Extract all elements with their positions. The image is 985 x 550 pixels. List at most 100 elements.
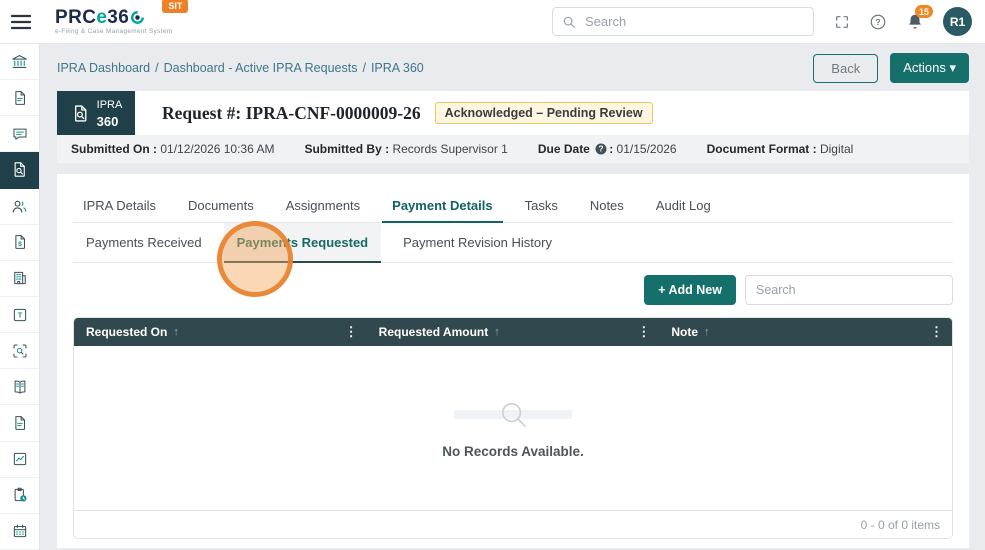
add-new-button[interactable]: + Add New — [644, 275, 736, 305]
column-header-requested-amount[interactable]: Requested Amount ↑ ⋮ — [367, 318, 660, 346]
document-search-icon — [10, 160, 29, 179]
sort-ascending-icon: ↑ — [494, 326, 500, 338]
document-search-icon — [74, 104, 87, 122]
sort-ascending-icon: ↑ — [173, 326, 179, 338]
sidebar-item-invoice-dollar[interactable]: $ — [0, 225, 39, 261]
sidebar-item-document-lines[interactable] — [0, 405, 39, 442]
logo-text-36: 36 — [107, 6, 130, 28]
payments-requested-table: Requested On ↑ ⋮ Requested Amount ↑ ⋮ Note ↑ ⋮ N… — [73, 317, 953, 539]
svg-text:$: $ — [18, 241, 22, 248]
search-icon — [563, 16, 575, 28]
empty-message: No Records Available. — [442, 444, 584, 459]
request-meta-bar: Submitted On : 01/12/2026 10:36 AM Submit… — [57, 135, 969, 163]
ipra-360-badge: IPRA 360 — [57, 91, 135, 135]
breadcrumb: IPRA Dashboard / Dashboard - Active IPRA R… — [57, 61, 813, 75]
notification-count-badge: 15 — [914, 5, 933, 18]
meta-due-date: Due Date ?: 01/15/2026 — [537, 142, 677, 156]
left-sidebar: $ T — [0, 44, 40, 550]
page-title: Request #: IPRA-CNF-0000009-26 — [162, 102, 421, 123]
tab-documents[interactable]: Documents — [178, 190, 264, 223]
chevron-down-icon: ▾ — [949, 60, 956, 75]
actions-button[interactable]: Actions ▾ — [890, 53, 969, 83]
hamburger-menu-icon[interactable] — [11, 14, 31, 30]
global-search-input[interactable] — [583, 13, 804, 30]
meta-document-format: Document Format : Digital — [706, 142, 854, 156]
content-card: IPRA Details Documents Assignments Payment … — [57, 174, 969, 548]
sort-ascending-icon: ↑ — [704, 326, 710, 338]
environment-badge: SIT — [162, 0, 189, 13]
svg-text:?: ? — [599, 144, 604, 154]
tab-tasks[interactable]: Tasks — [515, 190, 568, 223]
breadcrumb-item-ipra-dashboard[interactable]: IPRA Dashboard — [57, 61, 150, 75]
table-header-row: Requested On ↑ ⋮ Requested Amount ↑ ⋮ Note ↑ ⋮ — [74, 318, 952, 346]
subtab-payment-revision-history[interactable]: Payment Revision History — [390, 223, 565, 263]
sidebar-item-chat[interactable] — [0, 116, 39, 153]
meta-submitted-on: Submitted On : 01/12/2026 10:36 AM — [71, 142, 275, 156]
subtab-payments-received[interactable]: Payments Received — [73, 223, 215, 263]
request-number: IPRA-CNF-0000009-26 — [245, 102, 421, 123]
global-search[interactable] — [552, 7, 814, 36]
fullscreen-icon[interactable] — [834, 14, 850, 30]
document-icon — [11, 89, 29, 107]
subtab-payments-requested[interactable]: Payments Requested — [223, 223, 382, 263]
top-bar: PRC e 36 e-Filing & Case Management System… — [0, 0, 985, 44]
empty-results-icon — [501, 402, 526, 427]
back-button[interactable]: Back — [813, 53, 879, 83]
sidebar-item-calendar[interactable] — [0, 514, 39, 550]
building-icon — [11, 269, 29, 287]
sidebar-item-note-template[interactable]: T — [0, 297, 39, 334]
note-template-icon: T — [11, 306, 29, 324]
badge-line2: 360 — [96, 114, 119, 129]
main-area: IPRA Dashboard / Dashboard - Active IPRA R… — [40, 44, 985, 550]
meta-submitted-by: Submitted By : Records Supervisor 1 — [304, 142, 508, 156]
sidebar-item-ledger[interactable] — [0, 369, 39, 406]
tab-assignments[interactable]: Assignments — [276, 190, 370, 223]
chat-icon — [11, 125, 29, 143]
breadcrumb-separator: / — [155, 61, 159, 75]
column-header-requested-on[interactable]: Requested On ↑ ⋮ — [74, 318, 367, 346]
payment-subtabs: Payments Received Payments Requested Payme… — [73, 223, 953, 263]
sidebar-item-document[interactable] — [0, 80, 39, 117]
tab-payment-details[interactable]: Payment Details — [382, 190, 503, 223]
help-icon[interactable]: ? — [869, 13, 887, 31]
sidebar-item-clipboard-clock[interactable] — [0, 478, 39, 514]
table-toolbar: + Add New — [73, 275, 953, 305]
column-menu-icon[interactable]: ⋮ — [637, 324, 650, 340]
table-body: No Records Available. — [74, 346, 952, 510]
people-icon — [10, 197, 29, 216]
pagination-summary: 0 - 0 of 0 items — [860, 517, 940, 532]
clipboard-clock-icon — [11, 486, 29, 504]
sidebar-item-chart[interactable] — [0, 442, 39, 478]
sidebar-item-document-search[interactable] — [0, 152, 39, 189]
sidebar-item-bank[interactable] — [0, 44, 39, 81]
svg-text:?: ? — [875, 18, 880, 27]
column-menu-icon[interactable]: ⋮ — [930, 324, 943, 340]
tab-ipra-details[interactable]: IPRA Details — [73, 190, 166, 223]
sidebar-item-building[interactable] — [0, 261, 39, 297]
logo-tagline: e-Filing & Case Management System — [55, 27, 173, 35]
request-header-card: IPRA 360 Request #: IPRA-CNF-0000009-26 A… — [57, 91, 969, 135]
main-tabs: IPRA Details Documents Assignments Payment … — [73, 190, 953, 223]
table-search-input[interactable] — [745, 275, 953, 305]
due-date-help-icon[interactable]: ? — [595, 143, 607, 155]
badge-line1: IPRA — [96, 99, 123, 111]
app-logo[interactable]: PRC e 36 e-Filing & Case Management System… — [55, 0, 189, 35]
logo-text-e: e — [96, 6, 108, 28]
user-avatar[interactable]: R1 — [943, 7, 972, 36]
sidebar-item-scan-search[interactable] — [0, 333, 39, 370]
svg-text:T: T — [17, 310, 22, 319]
calendar-icon — [11, 522, 29, 540]
column-header-note[interactable]: Note ↑ ⋮ — [659, 318, 952, 346]
tab-audit-log[interactable]: Audit Log — [646, 190, 721, 223]
status-badge: Acknowledged – Pending Review — [434, 102, 653, 124]
breadcrumb-item-dashboard-active-ipra-requests[interactable]: Dashboard - Active IPRA Requests — [164, 61, 358, 75]
table-footer: 0 - 0 of 0 items — [74, 510, 952, 538]
document-lines-icon — [11, 414, 29, 432]
breadcrumb-separator: / — [362, 61, 366, 75]
notifications-bell-icon[interactable]: 15 — [906, 5, 933, 31]
sidebar-item-people[interactable] — [0, 189, 39, 225]
column-menu-icon[interactable]: ⋮ — [345, 324, 358, 340]
chart-icon — [11, 450, 29, 468]
logo-swirl-icon — [131, 11, 145, 24]
tab-notes[interactable]: Notes — [580, 190, 634, 223]
